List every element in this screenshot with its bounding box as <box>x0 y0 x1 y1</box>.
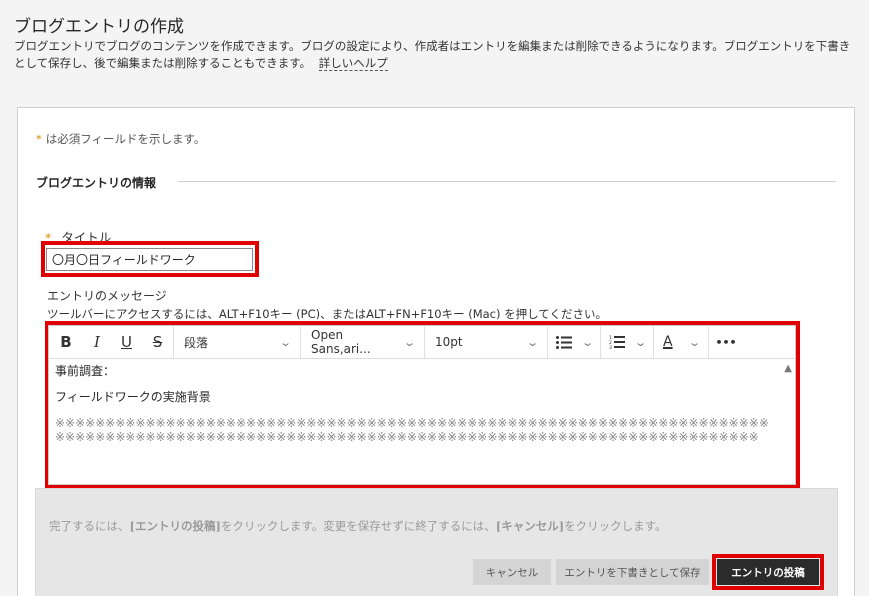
strikethrough-button[interactable]: S <box>142 326 173 359</box>
message-label: エントリのメッセージ <box>47 289 167 303</box>
content-line: フィールドワークの実施背景 <box>55 390 211 404</box>
post-entry-button[interactable]: エントリの投稿 <box>717 559 819 585</box>
required-note-text: は必須フィールドを示します。 <box>45 132 206 146</box>
text-color-icon: A <box>663 334 673 350</box>
chevron-down-icon: ⌄ <box>278 335 292 349</box>
scroll-up-icon[interactable]: ▲ <box>784 363 792 374</box>
bullet-list-button[interactable]: ⌄ <box>548 326 600 359</box>
content-line: 事前調査： <box>55 364 116 378</box>
font-size-select[interactable]: 10pt ⌄ <box>425 326 547 359</box>
submit-panel: 完了するには、[エントリの投稿]をクリックします。変更を保存せずに終了するには、… <box>35 488 838 596</box>
submit-instructions-text: 完了するには、 <box>49 519 130 533</box>
font-size-select-value: 10pt <box>435 335 463 349</box>
required-note: * は必須フィールドを示します。 <box>36 131 205 147</box>
paragraph-select[interactable]: 段落 ⌄ <box>174 326 300 359</box>
submit-instructions-text: をクリックします。変更を保存せずに終了するには、 <box>220 519 496 533</box>
section-title: ブログエントリの情報 <box>36 174 165 191</box>
form-panel: *は必須フィールドを示します。 ブログエントリの情報 *タイトル エントリのメッ… <box>17 107 855 596</box>
page-description: ブログエントリでブログのコンテンツを作成できます。ブログの設定により、作成者はエ… <box>14 38 859 72</box>
page-title: ブログエントリの作成 <box>14 17 184 37</box>
chevron-down-icon: ⌄ <box>633 335 647 349</box>
chevron-down-icon: ⌄ <box>687 335 701 349</box>
numbered-list-icon: 1 2 3 <box>609 335 625 349</box>
editor-toolbar: B I U S 段落 ⌄ Open Sans,ari... ⌄ 10pt ⌄ ⌄… <box>49 325 795 359</box>
font-family-select[interactable]: Open Sans,ari... ⌄ <box>301 326 424 359</box>
underline-button[interactable]: U <box>111 326 142 359</box>
chevron-down-icon: ⌄ <box>525 335 539 349</box>
content-marks: ※※※※※※※※※※※※※※※※※※※※※※※※※※※※※※※※※※※※※※※※… <box>55 416 769 430</box>
svg-text:3: 3 <box>609 345 612 349</box>
rich-text-editor[interactable]: B I U S 段落 ⌄ Open Sans,ari... ⌄ 10pt ⌄ ⌄… <box>48 325 796 485</box>
editor-content[interactable]: 事前調査： フィールドワークの実施背景 ※※※※※※※※※※※※※※※※※※※※… <box>55 364 775 444</box>
chevron-down-icon: ⌄ <box>402 335 416 349</box>
bold-button[interactable]: B <box>49 326 83 359</box>
font-family-select-value: Open Sans,ari... <box>311 328 371 356</box>
more-icon[interactable]: ••• <box>709 326 743 359</box>
submit-instructions-post-label: [エントリの投稿] <box>129 519 221 533</box>
content-marks: ※※※※※※※※※※※※※※※※※※※※※※※※※※※※※※※※※※※※※※※※… <box>55 430 759 444</box>
bullet-list-icon <box>556 335 572 349</box>
text-color-button[interactable]: A ⌄ <box>654 326 708 359</box>
numbered-list-button[interactable]: 1 2 3 ⌄ <box>601 326 653 359</box>
required-star-icon: * <box>36 132 42 146</box>
submit-instructions-cancel-label: [キャンセル] <box>495 519 565 533</box>
submit-instructions-text: をクリックします。 <box>564 519 667 533</box>
italic-button[interactable]: I <box>83 326 111 359</box>
cancel-button[interactable]: キャンセル <box>473 559 551 585</box>
toolbar-hint: ツールバーにアクセスするには、ALT+F10キー (PC)、またはALT+FN+… <box>47 307 607 321</box>
paragraph-select-value: 段落 <box>184 335 209 350</box>
submit-instructions: 完了するには、[エントリの投稿]をクリックします。変更を保存せずに終了するには、… <box>49 518 667 534</box>
help-link[interactable]: 詳しいヘルプ <box>318 56 388 71</box>
section-divider <box>178 181 836 182</box>
save-draft-button[interactable]: エントリを下書きとして保存 <box>556 559 709 585</box>
title-input[interactable] <box>46 248 253 271</box>
chevron-down-icon: ⌄ <box>580 335 594 349</box>
page-description-text: ブログエントリでブログのコンテンツを作成できます。ブログの設定により、作成者はエ… <box>14 39 851 70</box>
